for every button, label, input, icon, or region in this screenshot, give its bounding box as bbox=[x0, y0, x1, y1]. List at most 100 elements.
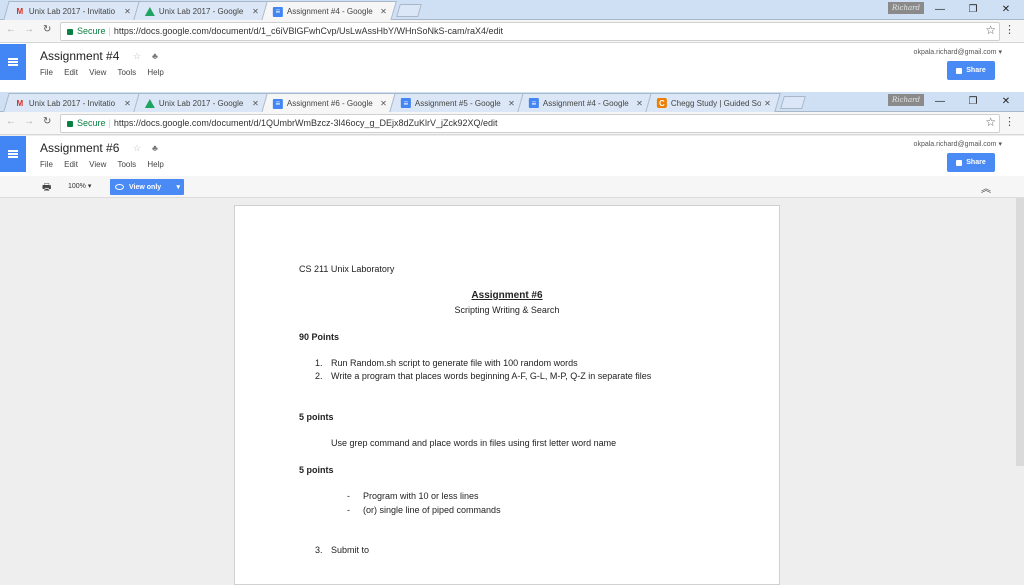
back-icon[interactable]: ← bbox=[6, 116, 16, 127]
tab-assignment-4[interactable]: ≡ Assignment #4 - Google ✕ bbox=[261, 1, 397, 21]
close-icon[interactable]: ✕ bbox=[508, 99, 515, 108]
star-icon[interactable]: ☆ bbox=[133, 51, 141, 62]
close-window-button[interactable]: ✕ bbox=[996, 95, 1016, 109]
close-icon[interactable]: ✕ bbox=[380, 7, 387, 16]
tab-title: Assignment #5 - Google bbox=[414, 98, 501, 108]
tab-gmail[interactable]: M Unix Lab 2017 - Invitatio ✕ bbox=[3, 93, 141, 112]
chevron-down-icon: ▾ bbox=[176, 184, 180, 191]
eye-icon bbox=[115, 184, 124, 190]
lock-icon bbox=[67, 120, 73, 127]
docs-icon: ≡ bbox=[272, 6, 283, 17]
address-bar-row: ← → ↻ Secure | https://docs.google.com/doc… bbox=[0, 20, 1024, 43]
tab-assignment-5[interactable]: ≡ Assignment #5 - Google ✕ bbox=[389, 93, 525, 112]
minimize-button[interactable]: — bbox=[930, 3, 950, 17]
chegg-icon: C bbox=[656, 98, 667, 108]
tab-title: Assignment #4 - Google bbox=[286, 7, 373, 16]
menu-view[interactable]: View bbox=[89, 160, 106, 169]
bookmark-star-icon[interactable]: ☆ bbox=[985, 115, 996, 129]
close-icon[interactable]: ✕ bbox=[764, 99, 771, 108]
close-icon[interactable]: ✕ bbox=[380, 99, 387, 108]
section3-points: 5 points bbox=[299, 465, 334, 475]
close-icon[interactable]: ✕ bbox=[252, 99, 259, 108]
profile-badge[interactable]: Richard bbox=[888, 94, 924, 106]
docs-menu-icon[interactable] bbox=[0, 44, 26, 80]
menu-help[interactable]: Help bbox=[147, 160, 163, 169]
list-number: 3. bbox=[315, 545, 323, 555]
tab-assignment-4[interactable]: ≡ Assignment #4 - Google ✕ bbox=[517, 93, 653, 112]
new-tab-button[interactable] bbox=[396, 4, 422, 17]
tab-title: Assignment #4 - Google bbox=[542, 98, 629, 108]
list-number: 1. bbox=[315, 358, 323, 368]
folder-icon[interactable]: ♣ bbox=[152, 143, 158, 153]
menu-help[interactable]: Help bbox=[147, 68, 163, 77]
menu-edit[interactable]: Edit bbox=[64, 68, 78, 77]
list-item: Run Random.sh script to generate file wi… bbox=[331, 358, 578, 368]
new-tab-button[interactable] bbox=[780, 96, 806, 109]
share-button[interactable]: Share bbox=[947, 153, 995, 172]
menu-tools[interactable]: Tools bbox=[117, 68, 136, 77]
close-window-button[interactable]: ✕ bbox=[996, 3, 1016, 17]
menu-view[interactable]: View bbox=[89, 68, 106, 77]
docs-header: Assignment #6 ☆ ♣ File Edit View Tools H… bbox=[0, 136, 1024, 176]
tab-strip: M Unix Lab 2017 - Invitatio ✕ Unix Lab 201… bbox=[0, 0, 1024, 21]
menu-kebab-icon[interactable]: ⋮ bbox=[1004, 23, 1015, 36]
print-icon[interactable]: 🖶 bbox=[42, 180, 51, 197]
menu-file[interactable]: File bbox=[40, 160, 53, 169]
account-email[interactable]: okpala.richard@gmail.com ▾ bbox=[914, 140, 1002, 148]
forward-icon[interactable]: → bbox=[24, 24, 34, 35]
tab-title: Unix Lab 2017 - Invitatio bbox=[28, 98, 116, 108]
secure-label: Secure bbox=[77, 26, 106, 36]
scrollbar[interactable] bbox=[1016, 198, 1024, 466]
folder-icon[interactable]: ♣ bbox=[152, 51, 158, 61]
doc-title[interactable]: Assignment #4 bbox=[40, 49, 119, 63]
browser-window-foreground: M Unix Lab 2017 - Invitatio ✕ Unix Lab 201… bbox=[0, 92, 1024, 585]
list-item: Submit to bbox=[331, 545, 370, 555]
url-text: https://docs.google.com/document/d/1_c6i… bbox=[113, 26, 504, 36]
back-icon[interactable]: ← bbox=[6, 24, 16, 35]
tab-title: Chegg Study | Guided So bbox=[670, 98, 762, 108]
share-button[interactable]: Share bbox=[947, 61, 995, 80]
doc-title[interactable]: Assignment #6 bbox=[40, 141, 119, 155]
drive-icon bbox=[144, 6, 155, 16]
menu-tools[interactable]: Tools bbox=[117, 160, 136, 169]
tab-gmail[interactable]: M Unix Lab 2017 - Invitatio ✕ bbox=[3, 1, 141, 20]
tab-strip: M Unix Lab 2017 - Invitatio ✕ Unix Lab 201… bbox=[0, 92, 1024, 113]
zoom-select[interactable]: 100% ▾ bbox=[68, 182, 91, 190]
close-icon[interactable]: ✕ bbox=[124, 7, 131, 16]
list-number: 2. bbox=[315, 371, 323, 381]
docs-icon: ≡ bbox=[272, 98, 283, 109]
close-icon[interactable]: ✕ bbox=[124, 99, 131, 108]
forward-icon[interactable]: → bbox=[24, 116, 34, 127]
reload-icon[interactable]: ↻ bbox=[43, 116, 51, 127]
tab-drive[interactable]: Unix Lab 2017 - Google ✕ bbox=[133, 93, 269, 112]
restore-button[interactable]: ❐ bbox=[963, 95, 983, 109]
url-input[interactable]: Secure | https://docs.google.com/document/… bbox=[60, 22, 1000, 41]
minimize-button[interactable]: — bbox=[930, 95, 950, 109]
section2-text: Use grep command and place words in file… bbox=[331, 438, 617, 448]
gmail-icon: M bbox=[16, 98, 24, 108]
restore-button[interactable]: ❐ bbox=[963, 3, 983, 17]
browser-window-background: M Unix Lab 2017 - Invitatio ✕ Unix Lab 201… bbox=[0, 0, 1024, 92]
tab-drive[interactable]: Unix Lab 2017 - Google ✕ bbox=[133, 1, 269, 20]
tab-chegg[interactable]: C Chegg Study | Guided So ✕ bbox=[645, 93, 781, 112]
bullet-dash: - bbox=[347, 491, 350, 501]
close-icon[interactable]: ✕ bbox=[252, 7, 259, 16]
bullet-dash: - bbox=[347, 505, 350, 515]
tab-assignment-6[interactable]: ≡ Assignment #6 - Google ✕ bbox=[261, 93, 397, 113]
view-only-button[interactable]: View only ▾ bbox=[110, 179, 184, 195]
collapse-icon[interactable]: ︽ bbox=[981, 180, 991, 195]
list-item: Write a program that places words beginn… bbox=[331, 371, 652, 381]
close-icon[interactable]: ✕ bbox=[636, 99, 643, 108]
bookmark-star-icon[interactable]: ☆ bbox=[985, 23, 996, 37]
menu-file[interactable]: File bbox=[40, 68, 53, 77]
document-page: CS 211 Unix Laboratory Assignment #6 Scr… bbox=[234, 205, 780, 585]
account-email[interactable]: okpala.richard@gmail.com ▾ bbox=[914, 48, 1002, 56]
reload-icon[interactable]: ↻ bbox=[43, 24, 51, 35]
menu-edit[interactable]: Edit bbox=[64, 160, 78, 169]
profile-badge[interactable]: Richard bbox=[888, 2, 924, 14]
star-icon[interactable]: ☆ bbox=[133, 143, 141, 154]
address-bar-row: ← → ↻ Secure | https://docs.google.com/doc… bbox=[0, 112, 1024, 135]
menu-kebab-icon[interactable]: ⋮ bbox=[1004, 115, 1015, 128]
url-input[interactable]: Secure | https://docs.google.com/document/… bbox=[60, 114, 1000, 133]
docs-menu-icon[interactable] bbox=[0, 136, 26, 172]
